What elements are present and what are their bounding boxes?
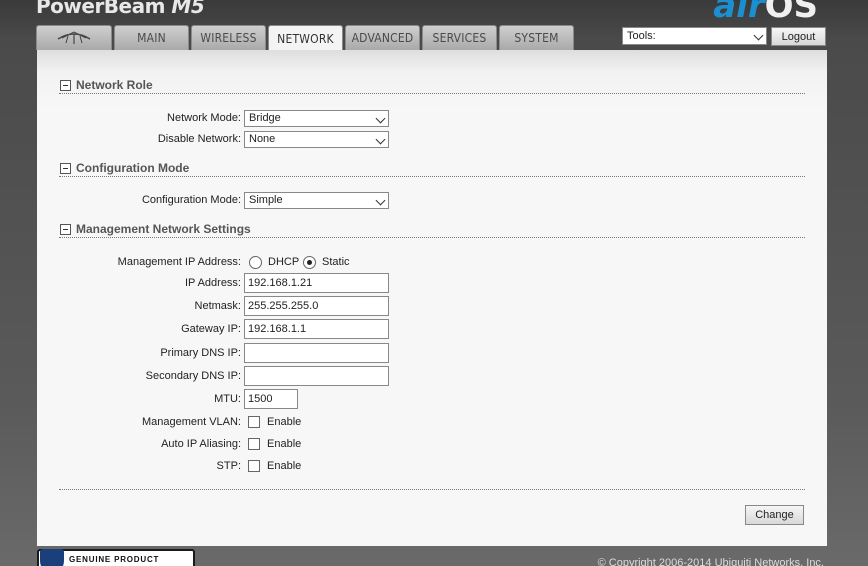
configuration-mode-select[interactable]: Simple — [244, 192, 389, 209]
disable-network-row: Disable Network: None — [37, 131, 827, 149]
secondary-dns-field[interactable] — [244, 366, 389, 386]
section-network-role: Network Role — [59, 78, 805, 94]
stp-label: STP: — [216, 460, 241, 472]
chevron-down-icon — [375, 113, 386, 124]
stp-enable-label: Enable — [267, 460, 302, 472]
airos-logo-os: OS — [764, 0, 818, 26]
mtu-row: MTU: 1500 — [37, 389, 827, 409]
dhcp-radio-label: DHCP — [268, 256, 300, 268]
auto-ip-aliasing-label: Auto IP Aliasing: — [161, 438, 241, 450]
section-configuration-mode: Configuration Mode — [59, 161, 805, 177]
auto-ip-aliasing-checkbox[interactable] — [248, 438, 260, 450]
brand-title: PowerBeam M5 — [36, 0, 205, 18]
netmask-label: Netmask: — [194, 300, 241, 312]
tab-main[interactable]: MAIN — [114, 25, 189, 50]
disable-network-value: None — [249, 133, 276, 145]
management-vlan-label: Management VLAN: — [141, 416, 241, 428]
primary-dns-field[interactable] — [244, 343, 389, 363]
primary-dns-label: Primary DNS IP: — [160, 347, 241, 359]
ip-address-row: IP Address: 192.168.1.21 — [37, 273, 827, 293]
genuine-product-badge: GENUINE PRODUCT — [37, 549, 195, 566]
secondary-dns-row: Secondary DNS IP: — [37, 366, 827, 386]
brand-model: M5 — [171, 0, 205, 18]
network-mode-select[interactable]: Bridge — [244, 110, 389, 127]
tab-advanced[interactable]: ADVANCED — [345, 25, 420, 50]
configuration-mode-label: Configuration Mode: — [141, 194, 241, 206]
collapse-toggle-icon[interactable] — [60, 163, 71, 174]
gateway-label: Gateway IP: — [181, 323, 241, 335]
network-panel: Network Role Network Mode: Bridge Disabl… — [37, 50, 827, 546]
disable-network-label: Disable Network: — [157, 133, 241, 145]
management-vlan-checkbox[interactable] — [248, 416, 260, 428]
configuration-mode-row: Configuration Mode: Simple — [37, 192, 827, 210]
airos-logo-air: air — [713, 0, 765, 26]
brand-name: PowerBeam — [36, 0, 165, 18]
main-tabs: MAIN WIRELESS NETWORK ADVANCED SERVICES … — [36, 25, 576, 51]
ip-address-label: IP Address: — [184, 277, 241, 289]
airos-logo: airOS — [713, 0, 818, 26]
secondary-dns-label: Secondary DNS IP: — [145, 370, 241, 382]
netmask-field[interactable]: 255.255.255.0 — [244, 296, 389, 316]
tab-wireless[interactable]: WIRELESS — [191, 25, 266, 50]
collapse-toggle-icon[interactable] — [60, 80, 71, 91]
change-button[interactable]: Change — [745, 505, 804, 525]
stp-row: STP: Enable — [37, 458, 827, 476]
section-title: Management Network Settings — [76, 222, 251, 236]
chevron-down-icon — [753, 30, 764, 41]
static-radio-label: Static — [322, 256, 350, 268]
section-title: Configuration Mode — [76, 161, 190, 175]
tools-dropdown[interactable]: Tools: — [622, 27, 767, 45]
management-vlan-enable-label: Enable — [267, 416, 302, 428]
gateway-field[interactable]: 192.168.1.1 — [244, 319, 389, 339]
logout-button[interactable]: Logout — [771, 27, 826, 46]
tab-services[interactable]: SERVICES — [422, 25, 497, 50]
stp-checkbox[interactable] — [248, 460, 260, 472]
chevron-down-icon — [375, 134, 386, 145]
chevron-down-icon — [375, 195, 386, 206]
collapse-toggle-icon[interactable] — [60, 224, 71, 235]
static-radio[interactable] — [303, 256, 316, 269]
dhcp-radio[interactable] — [249, 256, 262, 269]
copyright-text: © Copyright 2006-2014 Ubiquiti Networks,… — [597, 557, 824, 566]
section-management-network: Management Network Settings — [59, 222, 805, 238]
network-mode-label: Network Mode: — [167, 112, 241, 124]
tab-ubiquiti[interactable] — [36, 25, 112, 50]
gateway-row: Gateway IP: 192.168.1.1 — [37, 319, 827, 339]
management-vlan-row: Management VLAN: Enable — [37, 414, 827, 432]
tab-system[interactable]: SYSTEM — [499, 25, 574, 50]
management-ip-mode-label: Management IP Address: — [117, 256, 241, 268]
mtu-field[interactable]: 1500 — [244, 389, 298, 409]
tools-dropdown-value: Tools: — [627, 30, 656, 42]
divider — [59, 489, 805, 490]
auto-ip-aliasing-row: Auto IP Aliasing: Enable — [37, 436, 827, 454]
genuine-product-text: GENUINE PRODUCT — [69, 555, 160, 564]
netmask-row: Netmask: 255.255.255.0 — [37, 296, 827, 316]
primary-dns-row: Primary DNS IP: — [37, 343, 827, 363]
disable-network-select[interactable]: None — [244, 131, 389, 148]
shield-icon — [40, 549, 64, 566]
management-ip-mode-row: Management IP Address: DHCP Static — [37, 254, 827, 272]
tab-network[interactable]: NETWORK — [268, 25, 343, 51]
ip-address-field[interactable]: 192.168.1.21 — [244, 273, 389, 293]
ubiquiti-logo-icon — [57, 31, 91, 44]
section-title: Network Role — [76, 78, 153, 92]
configuration-mode-value: Simple — [249, 194, 283, 206]
network-mode-value: Bridge — [249, 112, 281, 124]
network-mode-row: Network Mode: Bridge — [37, 110, 827, 128]
auto-ip-aliasing-enable-label: Enable — [267, 438, 302, 450]
mtu-label: MTU: — [214, 393, 241, 405]
